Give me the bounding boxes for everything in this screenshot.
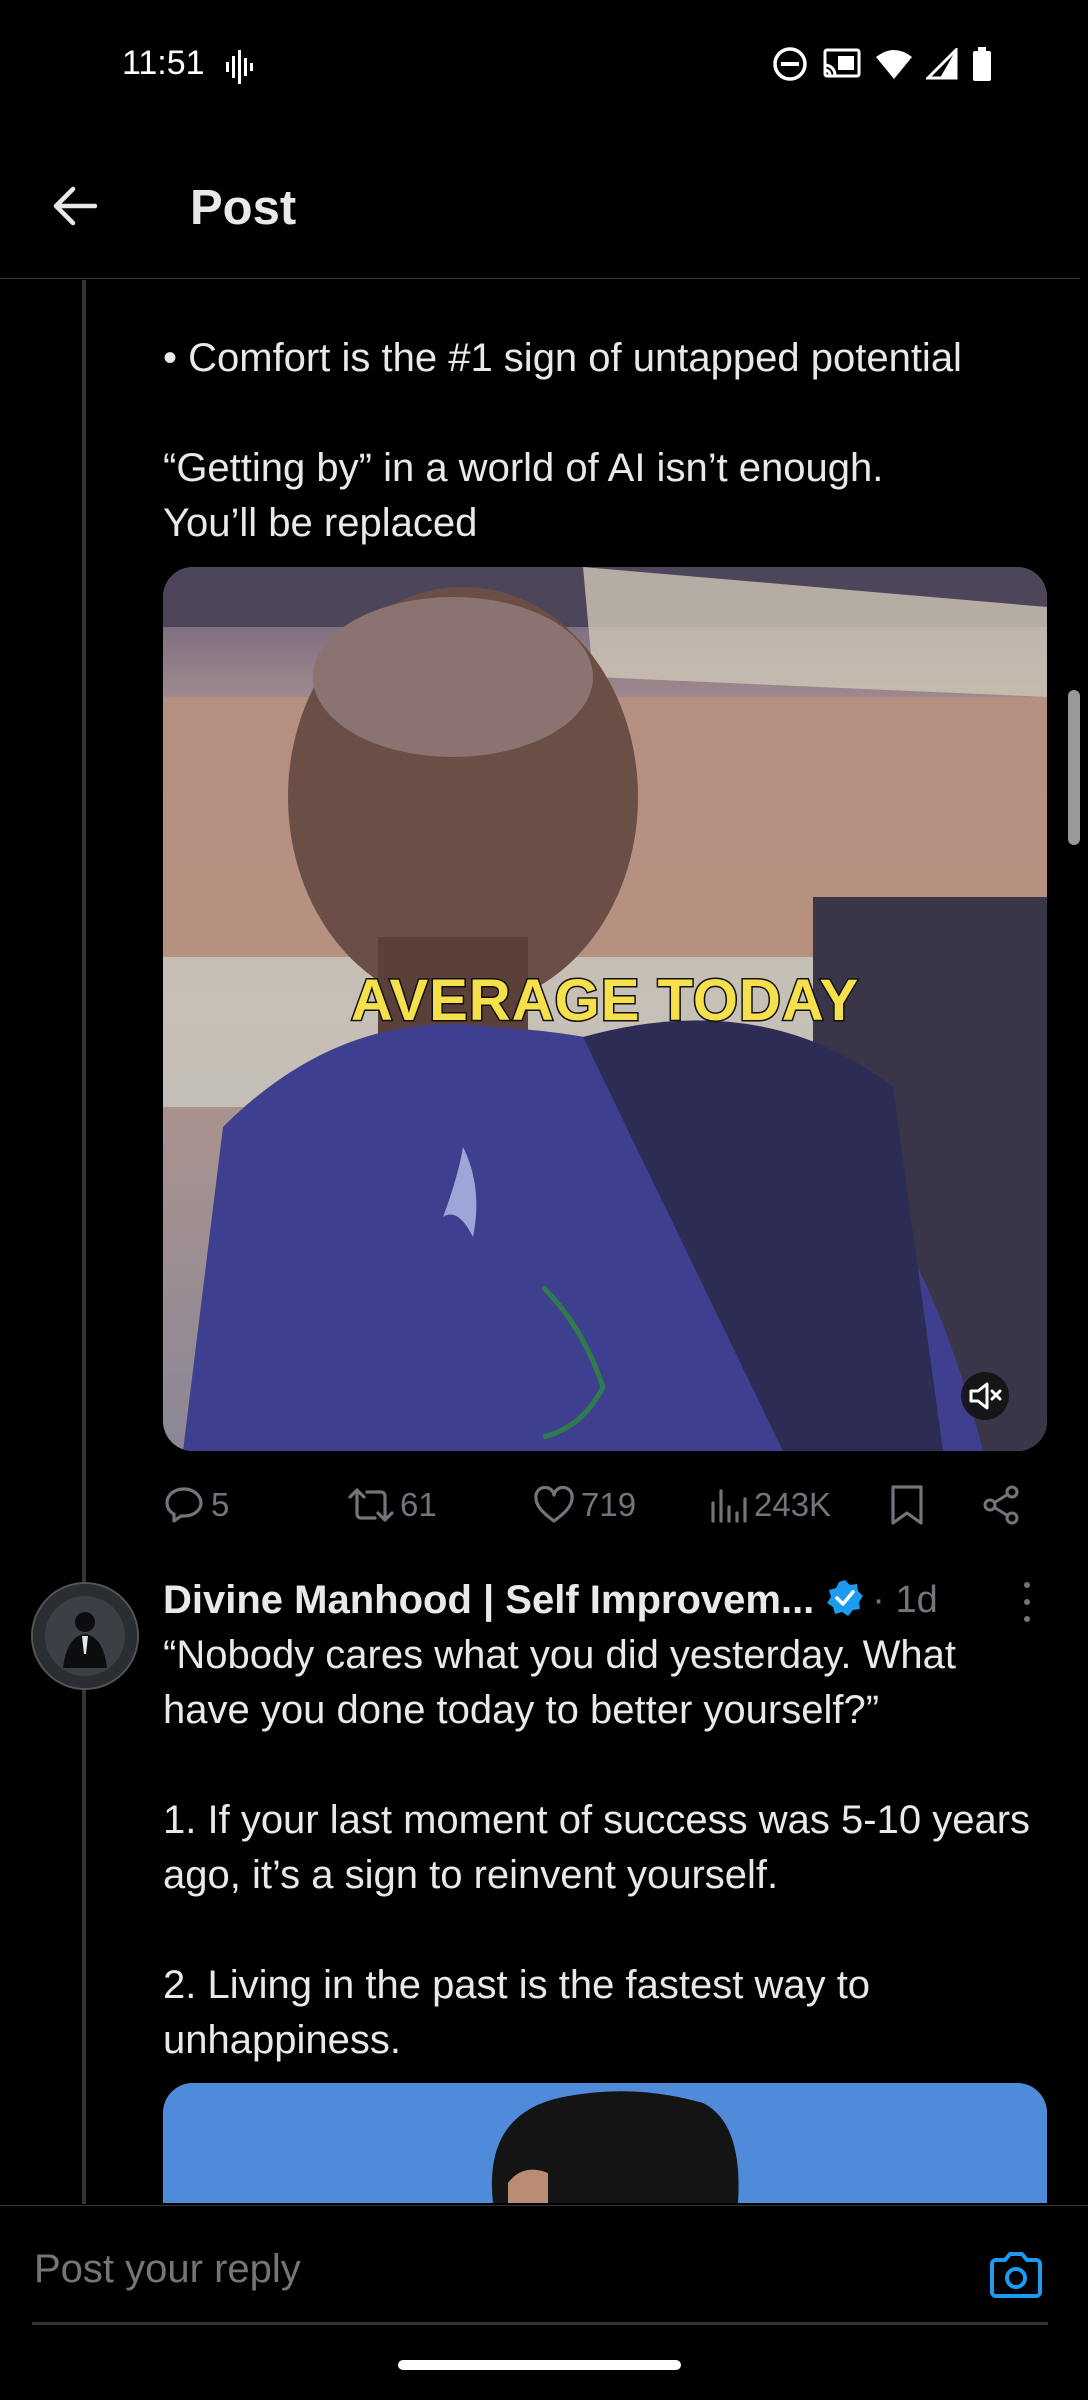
reply-count: 5 [211,1486,230,1523]
repost-icon [348,1488,394,1522]
tweet-action-bar: 5 61 719 243K [163,1475,1043,1535]
sound-wave-icon [226,50,256,89]
avatar[interactable] [31,1582,139,1690]
cast-icon [822,47,862,86]
like-button[interactable]: 719 [533,1475,636,1535]
like-count: 719 [581,1486,637,1523]
view-count: 243K [754,1486,832,1523]
share-button[interactable] [980,1475,1022,1535]
arrow-left-icon [53,186,97,226]
reply-icon [165,1487,203,1523]
analytics-bars-icon [711,1489,747,1523]
tweet-paragraph: “Getting by” in a world of AI isn’t enou… [163,446,884,545]
do-not-disturb-icon [772,46,808,87]
reply-author-name[interactable]: Divine Manhood | Self Improvem... [163,1578,814,1623]
reply-compose-bar [0,2205,1088,2326]
app-header: Post [0,136,1080,279]
share-icon [983,1485,1019,1525]
camera-icon [990,2252,1042,2298]
reply-text: “Nobody cares what you did yesterday. Wh… [163,1633,1031,2062]
more-dot [1024,1616,1030,1622]
status-time: 11:51 [122,44,205,82]
mute-button[interactable] [940,1366,1030,1426]
compose-underline [32,2322,1048,2325]
camera-button[interactable] [988,2250,1044,2305]
heart-icon [534,1486,574,1523]
scrollbar-thumb[interactable] [1068,690,1080,845]
reply-media-image [163,2083,1047,2203]
video-player[interactable]: AVERAGE TODAY [163,567,1047,1451]
home-indicator[interactable] [398,2360,681,2370]
battery-icon [972,47,992,86]
reply-header: Divine Manhood | Self Improvem... · 1d [163,1570,1063,1630]
wifi-icon [876,49,912,84]
tweet-bullet-line: • Comfort is the #1 sign of untapped pot… [163,336,962,380]
bookmark-icon [891,1485,923,1525]
reply-button[interactable]: 5 [163,1475,229,1535]
reply-media-thumbnail[interactable] [163,2083,1047,2203]
views-button[interactable]: 243K [708,1475,831,1535]
verified-badge-icon [826,1579,864,1622]
avatar-image [33,1584,137,1688]
repost-button[interactable]: 61 [348,1475,437,1535]
more-options-button[interactable] [1015,1582,1039,1622]
bookmark-button[interactable] [889,1475,925,1535]
volume-muted-icon [961,1372,1009,1420]
repost-count: 61 [400,1486,437,1523]
page-title: Post [190,181,297,235]
more-dot [1024,1582,1030,1588]
more-dot [1024,1599,1030,1605]
cellular-signal-icon [924,46,958,85]
back-button[interactable] [44,176,104,236]
video-caption: AVERAGE TODAY [349,967,860,1035]
status-icons [772,46,992,87]
thread-connector-line [82,280,86,2204]
reply-timestamp: · 1d [872,1578,938,1621]
reply-input[interactable] [32,2246,936,2293]
status-bar: 11:51 [0,0,1088,135]
